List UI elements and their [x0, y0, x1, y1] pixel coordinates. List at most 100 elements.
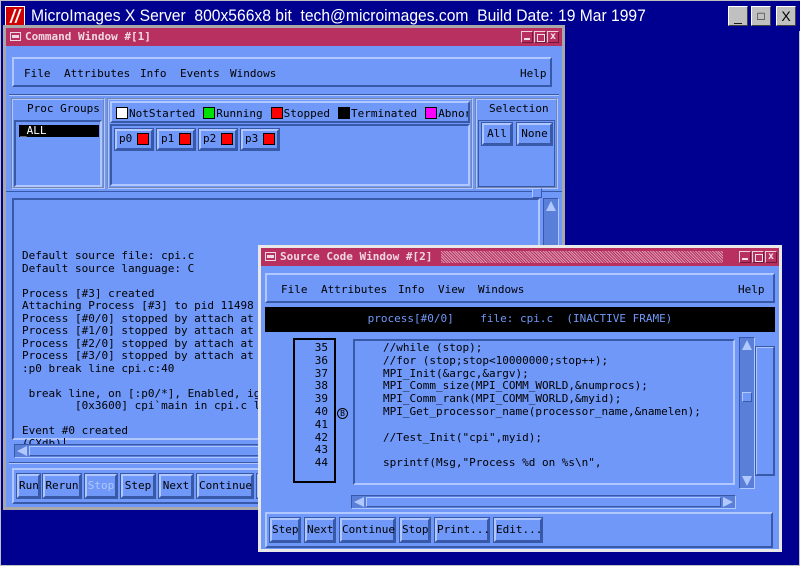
scroll-up-arrow-icon[interactable]	[546, 201, 556, 211]
button-print[interactable]: Print...	[434, 517, 490, 543]
command-menu-bar: File Attributes Info Events Windows Help	[12, 57, 552, 87]
source-menu-bar: File Attributes Info View Windows Help	[265, 273, 775, 303]
maximize-icon[interactable]	[534, 31, 546, 43]
command-window-title-bar[interactable]: Command Window #[1] x	[6, 28, 562, 46]
code-line: //while (stop);	[383, 341, 483, 354]
close-button[interactable]: X	[776, 6, 796, 26]
scroll-right-arrow-icon[interactable]	[723, 497, 733, 507]
button-edit[interactable]: Edit...	[493, 517, 543, 543]
proc-group-item-all[interactable]: _ALL	[19, 125, 99, 137]
frame-status-bar: process[#0/0] file: cpi.c (INACTIVE FRAM…	[265, 307, 775, 332]
legend-label: Stopped	[283, 106, 330, 120]
menu-windows[interactable]: Windows	[230, 67, 276, 80]
code-line: MPI_Get_processor_name(processor_name,&n…	[383, 405, 701, 418]
status-legend: NotStarted Running Stopped Terminated Abnorm…	[110, 101, 470, 123]
button-stop[interactable]: Stop	[399, 517, 431, 543]
process-button[interactable]: p0	[114, 128, 154, 151]
log-line: Default source file: cpi.c	[22, 249, 195, 262]
process-label: p1	[161, 132, 175, 145]
menu-view[interactable]: View	[438, 283, 465, 296]
source-button-bar: Step Next Continue Stop Print... Edit...	[265, 512, 773, 548]
legend-item: Terminated	[337, 106, 417, 120]
source-horizontal-scrollbar[interactable]	[351, 495, 736, 509]
process-label: p3	[245, 132, 259, 145]
scroll-down-arrow-icon[interactable]	[742, 476, 752, 486]
close-icon[interactable]: x	[765, 251, 777, 263]
minimize-icon[interactable]	[521, 31, 533, 43]
process-button[interactable]: p3	[240, 128, 280, 151]
menu-file[interactable]: File	[24, 67, 51, 80]
close-icon[interactable]: x	[547, 31, 559, 43]
maximize-button[interactable]: □	[751, 6, 771, 26]
minimize-icon: _	[734, 8, 742, 24]
select-none-button[interactable]: None	[516, 122, 553, 146]
source-horizontal-thumb[interactable]	[366, 497, 721, 507]
button-step[interactable]: Step	[120, 473, 156, 499]
maximize-icon[interactable]	[752, 251, 764, 263]
line-number: 36	[314, 353, 328, 367]
button-run[interactable]: Run	[16, 473, 41, 499]
process-status-icon	[179, 133, 191, 145]
menu-events[interactable]: Events	[180, 67, 220, 80]
source-vertical-scrollbar[interactable]	[739, 337, 755, 489]
source-code-area[interactable]: //while (stop);//for (stop;stop<10000000…	[353, 339, 735, 485]
button-continue[interactable]: Continue	[339, 517, 396, 543]
scroll-left-arrow-icon[interactable]	[17, 446, 27, 456]
menu-info[interactable]: Info	[140, 67, 167, 80]
source-vertical-thumb[interactable]	[742, 392, 752, 402]
source-code-window: Source Code Window #[2] x File Attribute…	[258, 245, 782, 552]
minimize-button[interactable]: _	[728, 6, 748, 26]
window-menu-icon[interactable]	[10, 32, 21, 41]
line-number-gutter: 35 36 37 38 39 40 41 42 43 44	[293, 338, 336, 483]
status-swatch-icon	[425, 106, 438, 119]
pane-sash-handle[interactable]	[532, 188, 542, 198]
scroll-up-arrow-icon[interactable]	[742, 340, 752, 350]
menu-file[interactable]: File	[281, 283, 308, 296]
menu-windows[interactable]: Windows	[478, 283, 524, 296]
button-rerun[interactable]: Rerun	[42, 473, 82, 499]
menu-info[interactable]: Info	[398, 283, 425, 296]
process-status-icon	[137, 133, 149, 145]
menu-attributes[interactable]: Attributes	[321, 283, 387, 296]
log-line: Process [#3/0] stopped by attach at [0x2	[22, 349, 287, 362]
log-line: Event #0 created	[22, 424, 128, 437]
button-continue[interactable]: Continue	[196, 473, 254, 499]
button-step[interactable]: Step	[269, 517, 301, 543]
window-menu-icon[interactable]	[265, 252, 276, 261]
legend-item: Stopped	[270, 106, 330, 120]
breakpoint-icon[interactable]: B	[337, 408, 348, 419]
line-number: 44	[314, 456, 328, 470]
command-window-title: Command Window #[1]	[25, 30, 151, 43]
source-window-title-bar[interactable]: Source Code Window #[2] x	[261, 248, 779, 266]
selection-panel: Selection All None	[475, 98, 558, 189]
process-label: p0	[119, 132, 133, 145]
select-all-button[interactable]: All	[481, 122, 513, 146]
menu-help[interactable]: Help	[520, 67, 547, 80]
menu-attributes[interactable]: Attributes	[64, 67, 130, 80]
legend-label: NotStarted	[129, 106, 196, 120]
minimize-icon[interactable]	[739, 251, 751, 263]
proc-groups-panel: Proc Groups _ALL	[11, 98, 105, 189]
code-line: //Test_Init("cpi",myid);	[383, 430, 542, 444]
log-line: [0x3600] cpi`main in cpi.c line	[22, 399, 281, 412]
button-next[interactable]: Next	[304, 517, 336, 543]
legend-label: AbnormTe	[438, 106, 468, 120]
scroll-left-arrow-icon[interactable]	[354, 497, 364, 507]
menu-help[interactable]: Help	[738, 283, 765, 296]
legend-item: NotStarted	[116, 106, 196, 120]
status-swatch-icon	[116, 106, 128, 119]
process-button[interactable]: p1	[156, 128, 196, 151]
process-grid: p0 p1 p2 p3	[110, 124, 470, 186]
process-button[interactable]: p2	[198, 128, 238, 151]
button-next[interactable]: Next	[158, 473, 194, 499]
legend-item: AbnormTe	[425, 106, 468, 120]
status-swatch-icon	[337, 106, 350, 119]
process-status-icon	[221, 133, 233, 145]
source-side-panel	[755, 346, 775, 476]
line-number: 41	[314, 417, 328, 431]
status-swatch-icon	[203, 106, 216, 119]
source-window-title: Source Code Window #[2]	[280, 250, 433, 263]
log-line: Attaching Process [#3] to pid 11498	[22, 299, 254, 312]
proc-groups-list[interactable]: _ALL	[14, 120, 102, 187]
log-line: Process [#1/0] stopped by attach at [0x2	[22, 324, 287, 337]
